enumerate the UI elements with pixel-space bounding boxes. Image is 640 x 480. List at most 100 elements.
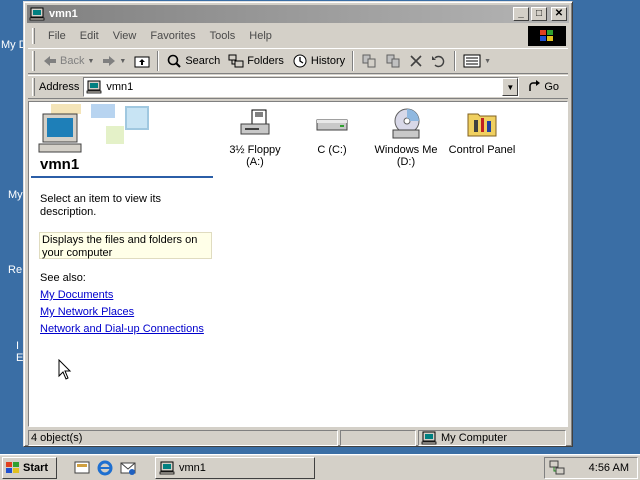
status-object-count: 4 object(s) — [28, 430, 338, 446]
desktop-label-my-computer[interactable]: My — [8, 189, 23, 201]
folder-view[interactable]: vmn1 Select an item to view its descript… — [28, 101, 568, 427]
system-tray: 4:56 AM — [544, 457, 638, 479]
outlook-express-icon — [120, 462, 136, 475]
undo-icon — [432, 55, 445, 68]
search-button[interactable]: Search — [162, 50, 224, 72]
drive-label: 3½ Floppy (A:) — [229, 144, 281, 168]
control-panel-icon — [467, 113, 497, 137]
floppy-drive-icon — [240, 109, 270, 135]
maximize-button[interactable]: □ — [531, 7, 547, 21]
undo-button[interactable] — [427, 50, 451, 72]
status-bar: 4 object(s) My Computer — [28, 430, 568, 446]
history-button[interactable]: History — [288, 50, 349, 72]
copy-to-button[interactable] — [381, 50, 405, 72]
search-icon — [168, 54, 182, 68]
go-arrow-icon — [529, 80, 541, 91]
control-panel-item[interactable]: Control Panel — [447, 108, 517, 156]
computer-icon — [29, 7, 45, 21]
quicklaunch-outlook[interactable] — [118, 458, 138, 478]
folder-up-icon — [134, 56, 150, 68]
toolbar-separator — [454, 51, 457, 71]
views-button[interactable]: ▼ — [459, 50, 495, 72]
address-dropdown-button[interactable]: ▼ — [502, 78, 519, 96]
show-desktop-icon — [74, 461, 90, 474]
menu-grip[interactable] — [32, 28, 35, 44]
hard-disk-icon — [316, 119, 348, 131]
menu-view[interactable]: View — [106, 30, 144, 42]
cd-drive-icon — [392, 108, 420, 139]
start-label: Start — [23, 462, 49, 474]
menu-tools[interactable]: Tools — [203, 30, 243, 42]
folders-icon — [228, 54, 244, 68]
toolbar-separator — [157, 51, 160, 71]
taskbar: Start vmn1 4:56 AM — [0, 454, 640, 480]
network-icon[interactable] — [549, 460, 565, 476]
drive-c[interactable]: C (C:) — [297, 108, 367, 156]
drive-label: Control Panel — [448, 144, 516, 156]
status-location: My Computer — [441, 432, 508, 444]
minimize-button[interactable]: _ — [513, 7, 529, 21]
standard-toolbar: Back ▼ ▼ Search Folders History ▼ — [28, 48, 568, 74]
menu-help[interactable]: Help — [242, 30, 279, 42]
quicklaunch-show-desktop[interactable] — [72, 458, 92, 478]
quicklaunch-internet-explorer[interactable] — [95, 458, 115, 478]
forward-button[interactable]: ▼ — [98, 50, 130, 72]
computer-icon — [86, 80, 102, 94]
link-my-documents[interactable]: My Documents — [40, 289, 113, 301]
menu-bar: File Edit View Favorites Tools Help — [28, 26, 568, 46]
folders-label: Folders — [247, 55, 284, 67]
address-label: Address — [39, 81, 80, 93]
go-button[interactable]: Go — [527, 80, 559, 94]
toolbar-grip[interactable] — [32, 51, 35, 71]
up-button[interactable] — [130, 50, 154, 72]
go-label: Go — [544, 81, 560, 93]
windows-logo-icon — [528, 26, 566, 46]
internet-explorer-icon — [97, 460, 113, 476]
see-also-label: See also: — [40, 272, 86, 284]
menu-file[interactable]: File — [41, 30, 73, 42]
toolbar-separator — [352, 51, 355, 71]
computer-icon — [421, 431, 437, 445]
close-button[interactable]: ✕ — [551, 7, 567, 21]
address-grip[interactable] — [32, 78, 35, 96]
history-icon — [293, 54, 307, 68]
link-my-network-places[interactable]: My Network Places — [40, 306, 134, 318]
move-to-button[interactable] — [357, 50, 381, 72]
sidebar-title: vmn1 — [40, 156, 80, 173]
chevron-down-icon[interactable]: ▼ — [87, 58, 94, 65]
sidebar-divider — [31, 176, 213, 178]
drive-label: C (C:) — [317, 144, 347, 156]
address-bar: Address vmn1 ▼ Go — [28, 75, 568, 99]
explorer-window: vmn1 _ □ ✕ File Edit View Favorites Tool… — [23, 1, 573, 447]
delete-button[interactable] — [405, 50, 427, 72]
chevron-down-icon[interactable]: ▼ — [119, 58, 126, 65]
clock[interactable]: 4:56 AM — [589, 462, 629, 474]
taskbar-window-button[interactable]: vmn1 — [155, 457, 315, 479]
title-bar[interactable]: vmn1 _ □ ✕ — [27, 5, 569, 23]
search-label: Search — [185, 55, 221, 67]
forward-arrow-icon — [103, 56, 116, 66]
link-network-dialup[interactable]: Network and Dial-up Connections — [40, 323, 204, 335]
computer-icon — [159, 461, 175, 475]
drive-floppy[interactable]: 3½ Floppy (A:) — [220, 108, 290, 168]
chevron-down-icon[interactable]: ▼ — [484, 58, 491, 65]
sidebar-instruction: Select an item to view its description. — [40, 193, 162, 218]
copy-to-icon — [386, 54, 400, 68]
back-arrow-icon — [44, 56, 56, 66]
menu-favorites[interactable]: Favorites — [143, 30, 202, 42]
desktop-label-recycle-bin[interactable]: Re — [8, 264, 22, 276]
menu-edit[interactable]: Edit — [73, 30, 106, 42]
mouse-cursor-icon — [58, 359, 72, 380]
views-icon — [463, 54, 481, 68]
history-label: History — [310, 55, 346, 67]
drive-d[interactable]: Windows Me (D:) — [371, 108, 441, 168]
start-button[interactable]: Start — [2, 457, 57, 479]
address-input[interactable]: vmn1 ▼ — [83, 77, 520, 97]
sidebar-description: Displays the files and folders on your c… — [39, 232, 212, 259]
desktop-label-internet[interactable]: I — [16, 340, 19, 352]
folders-button[interactable]: Folders — [224, 50, 288, 72]
drive-label: Windows Me (D:) — [374, 144, 438, 168]
windows-logo-icon — [6, 462, 19, 473]
taskbar-window-label: vmn1 — [179, 462, 206, 474]
back-button[interactable]: Back ▼ — [39, 50, 98, 72]
